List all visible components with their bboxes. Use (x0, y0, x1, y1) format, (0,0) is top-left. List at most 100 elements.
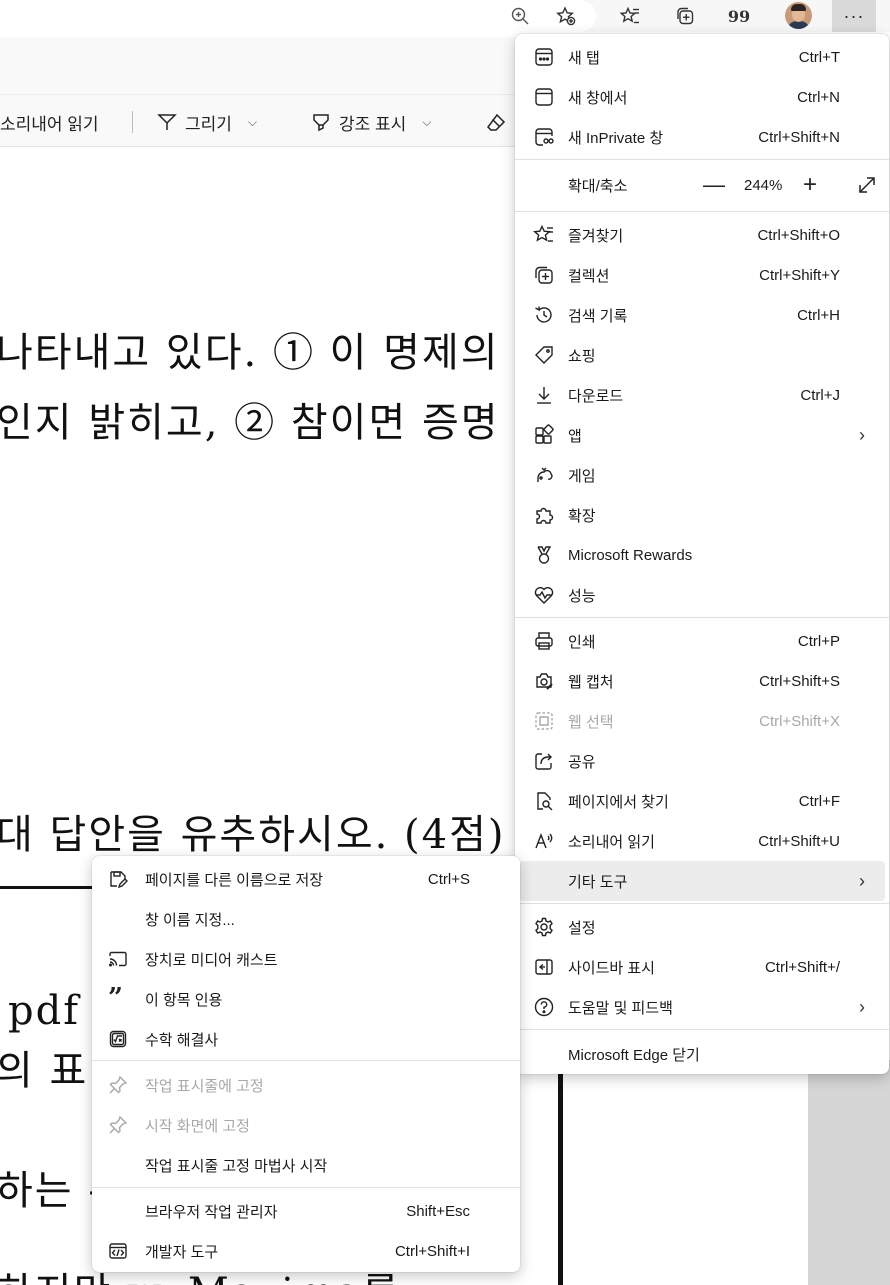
chevron-down-icon[interactable]: ⌵ (422, 115, 431, 130)
menu-item-label: 즐겨찾기 (568, 227, 624, 245)
submenu-item-dev-tools[interactable]: 개발자 도구 Ctrl+Shift+I (96, 1231, 516, 1271)
menu-item-new-tab[interactable]: 새 탭 Ctrl+T (519, 37, 885, 77)
menu-item-web-capture[interactable]: 웹 캡처 Ctrl+Shift+S (519, 661, 885, 701)
zoom-level: 244% (744, 176, 783, 194)
pdf-erase-button[interactable] (486, 109, 506, 135)
menu-item-shortcut: Ctrl+F (798, 792, 840, 810)
menu-item-extensions[interactable]: 확장 (519, 495, 885, 535)
menu-item-games[interactable]: 게임 (519, 455, 885, 495)
menu-item-shortcut: Ctrl+Shift+Y (759, 266, 840, 284)
submenu-item-pin-wizard[interactable]: 작업 표시줄 고정 마법사 시작 (96, 1145, 516, 1185)
chevron-right-icon: › (859, 996, 865, 1017)
more-tools-submenu: 페이지를 다른 이름으로 저장 Ctrl+S 창 이름 지정... 장치로 미디… (92, 856, 520, 1272)
new-tab-icon (533, 46, 555, 68)
favorites-icon[interactable] (613, 0, 647, 32)
menu-item-read-aloud[interactable]: 소리내어 읽기 Ctrl+Shift+U (519, 821, 885, 861)
submenu-item-save-as[interactable]: 페이지를 다른 이름으로 저장 Ctrl+S (96, 859, 516, 899)
page-border (558, 1060, 563, 1285)
menu-item-label: Microsoft Rewards (568, 546, 693, 564)
menu-item-rewards[interactable]: Microsoft Rewards (519, 535, 885, 575)
pdf-draw-button[interactable]: 그리기 ⌵ (157, 109, 257, 135)
citation-icon[interactable]: 99 (722, 0, 756, 32)
menu-item-more-tools[interactable]: 기타 도구 › (519, 861, 885, 901)
menu-item-label: 확장 (568, 507, 596, 525)
menu-item-shortcut: Ctrl+H (797, 306, 840, 324)
submenu-divider (92, 1187, 520, 1188)
highlighter-icon (313, 114, 329, 132)
menu-item-history[interactable]: 검색 기록 Ctrl+H (519, 295, 885, 335)
menu-item-new-window[interactable]: 새 창에서 Ctrl+N (519, 77, 885, 117)
zoom-in-button[interactable]: + (803, 171, 817, 199)
menu-item-web-select: 웹 선택 Ctrl+Shift+X (519, 701, 885, 741)
games-icon (533, 464, 555, 486)
menu-item-share[interactable]: 공유 (519, 741, 885, 781)
submenu-item-shortcut: Shift+Esc (406, 1202, 470, 1220)
web-select-icon (533, 710, 555, 732)
menu-item-apps[interactable]: 앱 › (519, 415, 885, 455)
collections-icon[interactable] (668, 0, 702, 32)
menu-item-favorites[interactable]: 즐겨찾기 Ctrl+Shift+O (519, 215, 885, 255)
menu-item-label: 웹 캡처 (568, 673, 614, 691)
submenu-item-label: 개발자 도구 (145, 1243, 219, 1261)
menu-item-sidebar[interactable]: 사이드바 표시 Ctrl+Shift+/ (519, 947, 885, 987)
submenu-item-shortcut: Ctrl+S (427, 870, 470, 888)
chevron-down-icon[interactable]: ⌵ (248, 115, 257, 130)
menu-item-help[interactable]: 도움말 및 피드백 › (519, 987, 885, 1027)
favorites-icon (533, 224, 555, 246)
avatar[interactable] (785, 2, 812, 29)
menu-item-performance[interactable]: 성능 (519, 575, 885, 615)
menu-item-downloads[interactable]: 다운로드 Ctrl+J (519, 375, 885, 415)
puzzle-icon (533, 504, 555, 526)
submenu-item-label: 페이지를 다른 이름으로 저장 (145, 871, 324, 889)
more-icon[interactable]: ··· (832, 0, 876, 32)
submenu-item-label: 이 항목 인용 (145, 991, 223, 1009)
web-capture-icon (533, 670, 555, 692)
submenu-item-cite[interactable]: ” 이 항목 인용 (96, 979, 516, 1019)
menu-item-label: 웹 선택 (568, 713, 614, 731)
submenu-item-label: 작업 표시줄 고정 마법사 시작 (145, 1157, 328, 1175)
toolbar-divider (132, 111, 133, 133)
menu-item-shopping[interactable]: 쇼핑 (519, 335, 885, 375)
submenu-item-label: 창 이름 지정... (145, 911, 235, 929)
heart-pulse-icon (533, 584, 555, 606)
submenu-item-task-manager[interactable]: 브라우저 작업 관리자 Shift+Esc (96, 1191, 516, 1231)
menu-item-new-inprivate[interactable]: 새 InPrivate 창 Ctrl+Shift+N (519, 117, 885, 157)
pdf-read-aloud-label: 소리내어 읽기 (0, 114, 99, 134)
menu-item-label: 다운로드 (568, 387, 624, 405)
menu-item-collections[interactable]: 컬렉션 Ctrl+Shift+Y (519, 255, 885, 295)
menu-item-label: 기타 도구 (568, 873, 628, 891)
submenu-item-math-solver[interactable]: 수학 해결사 (96, 1019, 516, 1059)
find-on-page-icon (533, 790, 555, 812)
chevron-right-icon: › (859, 870, 865, 891)
zoom-out-button[interactable]: — (703, 172, 725, 198)
menu-divider (515, 1029, 889, 1030)
submenu-item-name-window[interactable]: 창 이름 지정... (96, 899, 516, 939)
pdf-highlight-label: 강조 표시 (339, 114, 407, 134)
read-aloud-icon (533, 830, 555, 852)
menu-item-label: 페이지에서 찾기 (568, 793, 669, 811)
pdf-page-edge (565, 1060, 808, 1285)
history-icon (533, 304, 555, 326)
pdf-viewer-background (808, 1060, 890, 1285)
pdf-highlight-button[interactable]: 강조 표시 ⌵ (311, 109, 431, 135)
menu-item-settings[interactable]: 설정 (519, 907, 885, 947)
pdf-read-aloud-button[interactable]: 소리내어 읽기 (0, 109, 99, 135)
menu-item-print[interactable]: 인쇄 Ctrl+P (519, 621, 885, 661)
zoom-in-icon[interactable] (503, 0, 537, 32)
menu-item-find-on-page[interactable]: 페이지에서 찾기 Ctrl+F (519, 781, 885, 821)
menu-item-label: 공유 (568, 753, 596, 771)
pin-icon (108, 1115, 128, 1135)
cast-icon (108, 949, 128, 969)
menu-divider (515, 159, 889, 160)
submenu-item-label: 시작 화면에 고정 (145, 1117, 250, 1135)
favorite-add-icon[interactable] (549, 0, 583, 32)
menu-item-label: 인쇄 (568, 633, 596, 651)
menu-item-label: 확대/축소 (568, 177, 628, 195)
menu-item-shortcut: Ctrl+J (800, 386, 840, 404)
menu-item-shortcut: Ctrl+Shift+/ (764, 958, 840, 976)
menu-divider (515, 617, 889, 618)
menu-item-close-edge[interactable]: Microsoft Edge 닫기 (519, 1034, 885, 1074)
fullscreen-icon[interactable] (856, 174, 878, 196)
submenu-item-cast[interactable]: 장치로 미디어 캐스트 (96, 939, 516, 979)
rewards-medal-icon (533, 544, 555, 566)
